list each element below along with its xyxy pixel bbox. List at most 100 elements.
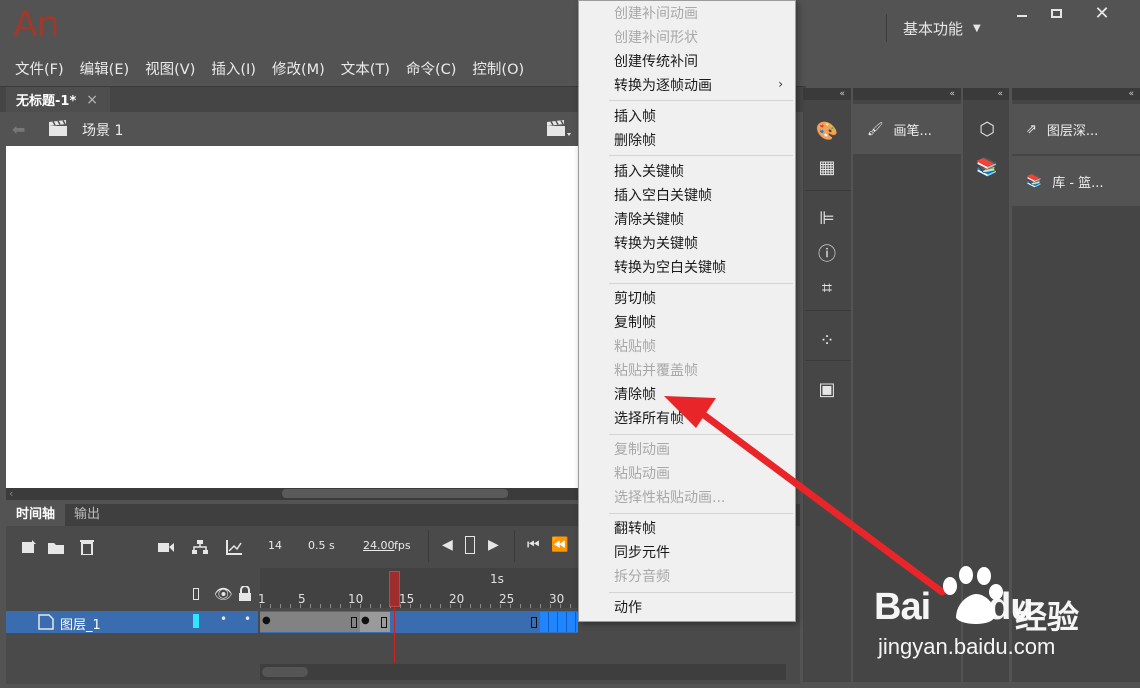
keyframe-span[interactable] <box>260 612 360 632</box>
new-folder-icon[interactable] <box>47 539 65 555</box>
menu-item-select-all-frames[interactable]: 选择所有帧 <box>614 407 684 431</box>
layer-parenting-icon[interactable] <box>191 539 209 555</box>
menu-item-copy-frames[interactable]: 复制帧 <box>614 311 656 335</box>
brush-library-button[interactable]: 🖌 画笔... <box>853 104 961 154</box>
collapse-icon[interactable]: « <box>1012 88 1140 100</box>
close-window-button[interactable]: ✕ <box>1086 2 1118 24</box>
layer-name[interactable]: 图层_1 <box>60 614 101 633</box>
menu-item-synchronize-symbols[interactable]: 同步元件 <box>614 541 670 565</box>
app-logo: An <box>13 4 59 45</box>
trash-icon[interactable] <box>78 539 96 555</box>
menu-item-insert-keyframe[interactable]: 插入关键帧 <box>614 160 684 184</box>
eye-icon[interactable]: 👁 <box>214 585 233 603</box>
end-frame-marker <box>351 617 357 628</box>
palette-icon[interactable]: 🎨 <box>815 120 839 142</box>
layer-depth-icon[interactable] <box>225 539 243 555</box>
cube-icon[interactable]: ⬡ <box>975 118 999 140</box>
transform-icon[interactable]: ⌗ <box>815 277 839 299</box>
library-icon: 📚 <box>1026 173 1043 189</box>
back-arrow-icon[interactable]: ⬅ <box>12 120 25 139</box>
menu-edit[interactable]: 编辑(E) <box>72 56 137 84</box>
menu-insert[interactable]: 插入(I) <box>203 56 264 84</box>
fps-value[interactable]: 24.00 <box>363 539 395 552</box>
keyframe-dot[interactable]: ● <box>262 615 271 626</box>
outline-toggle-icon[interactable] <box>193 588 199 600</box>
library-panel-button[interactable]: 📚 库 - 篮... <box>1012 156 1140 206</box>
workspace-switcher[interactable]: 基本功能 ▼ <box>886 14 981 42</box>
scroll-left-icon[interactable]: ‹ <box>9 487 13 500</box>
menu-file[interactable]: 文件(F) <box>0 56 72 84</box>
menu-item-reverse-frames[interactable]: 翻转帧 <box>614 517 656 541</box>
next-frame-icon[interactable]: ▶ <box>488 537 499 553</box>
layer-depth-icon: ⇗ <box>1026 121 1037 137</box>
menu-item-clear-frames[interactable]: 清除帧 <box>614 383 656 407</box>
align-icon[interactable]: ⊫ <box>815 207 839 229</box>
menu-item-cut-frames[interactable]: 剪切帧 <box>614 287 656 311</box>
selected-frames[interactable] <box>540 612 578 632</box>
menu-item-create-shape-tween: 创建补间形状 <box>614 30 698 46</box>
collapse-icon[interactable]: « <box>963 88 1009 100</box>
swatches-icon[interactable]: ▦ <box>815 156 839 178</box>
menu-control[interactable]: 控制(O) <box>464 56 532 84</box>
step-back-icon[interactable]: ⏪ <box>551 537 568 553</box>
keyframe-dot[interactable]: ● <box>361 615 370 626</box>
watermark-url: jingyan.baidu.com <box>878 634 1056 659</box>
camera-icon[interactable] <box>157 539 175 555</box>
menu-item-convert-to-frame-by-frame[interactable]: 转换为逐帧动画 <box>614 74 784 98</box>
collapse-icon[interactable]: « <box>803 88 851 100</box>
menu-commands[interactable]: 命令(C) <box>398 56 464 84</box>
end-frame-marker <box>381 617 387 628</box>
menu-item-convert-to-keyframe[interactable]: 转换为关键帧 <box>614 232 698 256</box>
layer-color-swatch[interactable] <box>193 614 199 628</box>
menu-item-convert-to-blank-keyframe[interactable]: 转换为空白关键帧 <box>614 256 726 280</box>
scrollbar-thumb[interactable] <box>262 667 308 677</box>
previous-frame-icon[interactable]: ◀ <box>442 537 453 553</box>
info-icon[interactable]: ⓘ <box>815 242 839 265</box>
close-icon[interactable]: × <box>86 92 98 108</box>
menu-separator <box>609 100 793 101</box>
chevron-down-icon: ▼ <box>973 22 981 34</box>
tab-output[interactable]: 输出 <box>64 504 110 526</box>
ruler-ticks <box>260 604 578 608</box>
menu-view[interactable]: 视图(V) <box>137 56 203 84</box>
frame-ruler[interactable] <box>260 568 578 608</box>
library-icon[interactable]: 📚 <box>975 156 999 178</box>
layer-tools <box>6 526 258 568</box>
frame-context-menu: 创建补间动画 创建补间形状 创建传统补间 转换为逐帧动画 › 插入帧 删除帧 插… <box>578 0 796 622</box>
menu-item-create-motion-tween: 创建补间动画 <box>614 6 698 22</box>
playhead-marker-icon[interactable] <box>465 536 475 554</box>
playhead[interactable] <box>389 571 400 607</box>
edit-scene-icon[interactable] <box>546 120 572 137</box>
motion-presets-icon[interactable]: ⁘ <box>815 329 839 351</box>
menu-item-create-classic-tween[interactable]: 创建传统补间 <box>614 50 698 74</box>
menu-item-paste-and-overwrite-frames: 粘贴并覆盖帧 <box>614 363 698 379</box>
scrollbar-thumb[interactable] <box>282 489 508 498</box>
menu-separator <box>609 283 793 284</box>
menu-item-clear-keyframe[interactable]: 清除关键帧 <box>614 208 684 232</box>
visibility-dot[interactable]: • <box>220 612 227 626</box>
menu-item-paste-motion: 粘贴动画 <box>614 466 670 482</box>
new-layer-icon[interactable] <box>20 539 38 555</box>
timeline-scrollbar[interactable] <box>260 664 786 680</box>
tab-timeline[interactable]: 时间轴 <box>6 504 66 526</box>
stage-canvas[interactable] <box>6 146 578 488</box>
collapse-icon[interactable]: « <box>853 88 961 100</box>
menu-item-insert-frame[interactable]: 插入帧 <box>614 105 656 129</box>
components-icon[interactable]: ▣ <box>815 378 839 400</box>
lock-dot[interactable]: • <box>244 612 251 626</box>
menu-separator <box>609 513 793 514</box>
maximize-button[interactable] <box>1040 2 1072 24</box>
menu-item-actions[interactable]: 动作 <box>614 596 642 620</box>
layer-depth-panel-button[interactable]: ⇗ 图层深... <box>1012 104 1140 154</box>
menu-item-insert-blank-keyframe[interactable]: 插入空白关键帧 <box>614 184 712 208</box>
watermark-jingyan: 经验 <box>1015 598 1080 636</box>
menu-item-label: 转换为逐帧动画 <box>614 78 712 94</box>
menu-text[interactable]: 文本(T) <box>333 56 398 84</box>
menu-modify[interactable]: 修改(M) <box>264 56 333 84</box>
lock-icon[interactable] <box>238 586 252 602</box>
menu-item-remove-frames[interactable]: 删除帧 <box>614 129 656 153</box>
first-frame-icon[interactable]: ⏮ <box>527 537 540 553</box>
minimize-button[interactable] <box>1006 2 1038 24</box>
playhead-line <box>394 607 395 663</box>
document-tab[interactable]: 无标题-1* × <box>6 87 110 112</box>
